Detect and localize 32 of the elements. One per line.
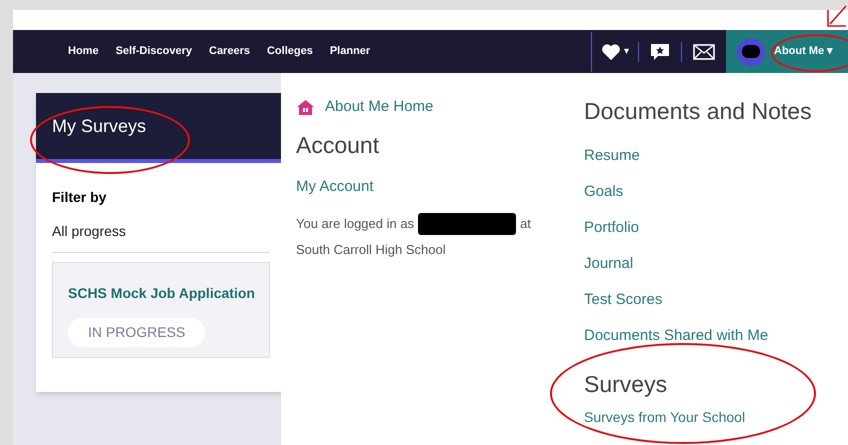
menu-link[interactable]: My Account: [296, 176, 569, 198]
house-icon: [296, 98, 315, 116]
section-heading: Surveys: [584, 370, 668, 399]
nav-link[interactable]: Self-Discovery: [116, 43, 192, 60]
nav-link[interactable]: Careers: [209, 43, 250, 60]
logged-in-text: at: [520, 214, 531, 232]
annotation-stroke: [826, 4, 848, 28]
card-title: My Surveys: [52, 114, 146, 138]
section-heading: Account: [296, 130, 380, 160]
about-me-menu[interactable]: About Me ▾: [774, 43, 834, 60]
menu-link[interactable]: Test Scores: [584, 290, 812, 308]
menu-link[interactable]: Journal: [584, 254, 812, 272]
nav-link[interactable]: Colleges: [266, 43, 313, 60]
logged-in-text: You are logged in as: [296, 214, 414, 233]
menu-link[interactable]: Documents Shared with Me: [584, 326, 812, 344]
filter-value[interactable]: All progress: [52, 221, 270, 253]
menu-link[interactable]: Goals: [584, 182, 812, 200]
heart-icon: [601, 42, 621, 60]
survey-item[interactable]: SCHS Mock Job Application IN PROGRESS: [52, 262, 270, 358]
survey-title[interactable]: SCHS Mock Job Application: [68, 283, 269, 304]
favorites-button[interactable]: ▾: [592, 42, 638, 60]
filter-label: Filter by: [52, 188, 108, 207]
menu-link[interactable]: Portfolio: [584, 218, 812, 236]
menu-link[interactable]: Surveys from Your School: [584, 407, 746, 428]
status-badge: IN PROGRESS: [68, 318, 206, 347]
school-text: South Carroll High School: [296, 240, 447, 259]
avatar-icon[interactable]: [737, 38, 765, 66]
nav-link[interactable]: Home: [68, 43, 99, 60]
about-me-home-link[interactable]: About Me Home: [296, 96, 569, 118]
section-heading: Documents and Notes: [584, 97, 812, 126]
menu-link[interactable]: Resume: [584, 146, 812, 164]
nav-link[interactable]: Planner: [330, 43, 370, 60]
